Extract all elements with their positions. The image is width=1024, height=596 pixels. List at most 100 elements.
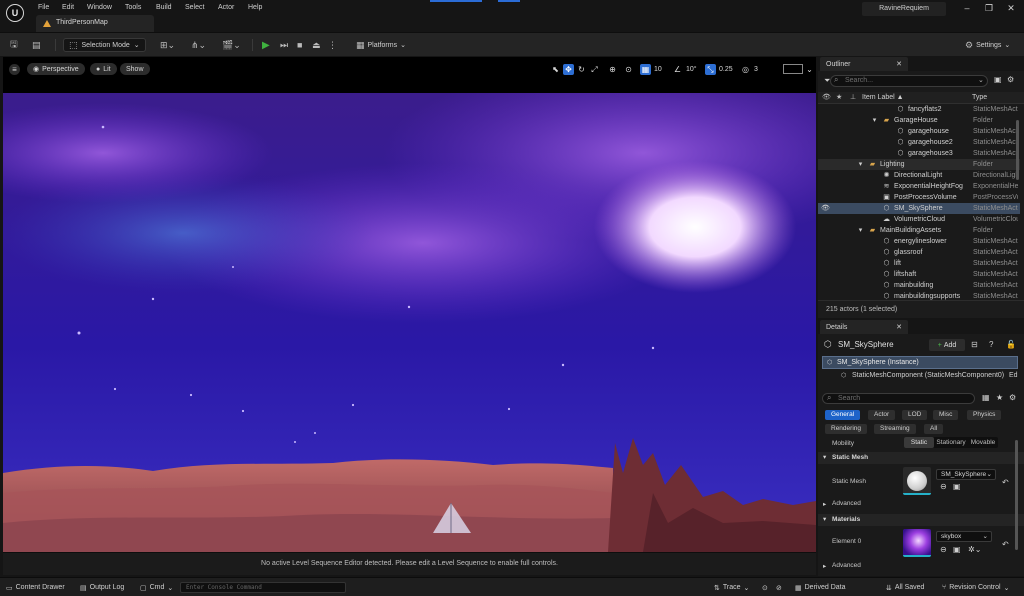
material-combo[interactable]: skybox ⌄ [936,531,992,542]
browse-to-asset-icon[interactable]: ⊖ [940,545,947,554]
filter-physics[interactable]: Physics [967,410,1002,420]
minimize-icon[interactable]: – [960,3,974,13]
rotation-snap-value[interactable]: 10° [686,64,697,75]
console-input[interactable]: Enter Console Command [180,582,346,593]
folder-browse-icon[interactable]: ▣ [953,482,961,491]
play-icon[interactable]: ▶ [262,38,270,52]
filter-general[interactable]: General [825,410,861,420]
help-icon[interactable]: ? [989,340,993,349]
revision-control-button[interactable]: ⑂ Revision Control ⌄ [942,582,1009,593]
component-edit[interactable]: Ed [1009,372,1018,379]
gear-icon[interactable]: ⚙ [1009,393,1016,402]
tab-details[interactable]: Details ✕ [820,320,908,334]
grid-view-icon[interactable]: ▦ [982,393,990,402]
outliner-row[interactable]: ⬡ mainbuilding StaticMeshActor [818,280,1020,291]
add-actor-icon[interactable]: ⊞⌄ [160,38,175,52]
visibility-icon[interactable]: 👁 [821,204,830,213]
settings-button[interactable]: ⚙ Settings ⌄ [965,38,1010,52]
tab-thirdpersonmap[interactable]: ThirdPersonMap [36,15,154,32]
chevron-down-icon[interactable]: ⌄ [804,64,815,75]
eject-icon[interactable]: ⏏ [312,38,321,52]
selection-mode-dropdown[interactable]: ⬚ Selection Mode ⌄ [63,38,146,52]
lit-button[interactable]: ● Lit [90,63,117,75]
grid-snap-icon[interactable]: ▦ [640,64,651,75]
menu-window[interactable]: Window [87,3,112,13]
filter-misc[interactable]: Misc [933,410,959,420]
content-drawer-button[interactable]: ▭ Content Drawer [6,582,65,593]
component-label[interactable]: StaticMeshComponent (StaticMeshComponent… [852,372,1004,379]
translate-tool-icon[interactable]: ✥ [563,64,574,75]
all-saved-button[interactable]: ⇊ All Saved [886,582,924,593]
menu-file[interactable]: File [38,3,49,13]
mobility-static[interactable]: Static [904,437,934,448]
filter-actor[interactable]: Actor [868,410,896,420]
scene-render[interactable] [3,93,816,552]
outliner-row[interactable]: ≋ ExponentialHeightFog ExponentialHeightFo… [818,181,1020,192]
menu-tools[interactable]: Tools [125,3,141,13]
close-tab-icon[interactable]: ✕ [896,323,902,331]
scale-tool-icon[interactable]: ⤢ [589,64,600,75]
add-folder-icon[interactable]: ▣ [994,75,1002,84]
static-mesh-thumbnail[interactable] [903,467,931,495]
surface-snap-icon[interactable]: ⊙ [623,64,634,75]
instance-row[interactable]: SM_SkySphere (Instance) [822,356,1018,369]
advanced-row[interactable]: ▸ Advanced [818,499,1024,511]
outliner-search-input[interactable]: Search... [830,75,988,87]
outliner-folder-row[interactable]: ▾ ▰ Lighting Folder [818,159,1020,170]
outliner-row[interactable]: ⬡ energylineslower StaticMeshActor [818,236,1020,247]
grid-snap-value[interactable]: 10 [654,64,662,75]
filter-streaming[interactable]: Streaming [874,424,916,434]
close-tab-icon[interactable]: ✕ [896,60,902,68]
gear-icon[interactable]: ⚙ [1007,75,1014,84]
camera-speed-icon[interactable]: ◎ [740,64,751,75]
cinematics-icon[interactable]: 🎬⌄ [222,38,241,52]
rotation-snap-icon[interactable]: ∠ [672,64,683,75]
trace-dropdown[interactable]: ⇅ Trace ⌄ [714,582,749,593]
show-button[interactable]: Show [120,63,150,75]
select-tool-icon[interactable]: ⬉ [550,64,561,75]
menu-actor[interactable]: Actor [218,3,234,13]
unreal-logo-icon[interactable]: U [6,4,24,22]
record-icon[interactable]: ⊙ [762,582,768,593]
static-mesh-combo[interactable]: SM_SkySphere ⌄ [936,469,996,480]
outliner-row[interactable]: ⬡ garagehouse2 StaticMeshActor [818,137,1020,148]
camera-speed-value[interactable]: 3 [754,64,758,75]
revision-icon[interactable]: ⊘ [776,582,782,593]
outliner-folder-row[interactable]: ▾ ▰ MainBuildingAssets Folder [818,225,1020,236]
outliner-row[interactable]: ▣ PostProcessVolume PostProcessVolume [818,192,1020,203]
reset-icon[interactable]: ↶ [1002,478,1009,487]
outliner-scrollbar[interactable] [1016,120,1019,180]
outliner-row[interactable]: ⬡ liftshaft StaticMeshActor [818,269,1020,280]
folder-browse-icon[interactable]: ▣ [953,545,961,554]
platforms-dropdown[interactable]: ▦ Platforms ⌄ [356,38,406,52]
step-icon[interactable]: ⏭ [280,38,288,52]
world-space-icon[interactable]: ⊕ [607,64,618,75]
advanced-row-2[interactable]: ▸ Advanced [818,561,1024,573]
expand-arrow-icon[interactable]: ▾ [870,116,879,125]
reset-icon[interactable]: ↶ [1002,540,1009,549]
blueprint-icon[interactable]: ⊟ [971,340,978,349]
outliner-row[interactable]: ✺ DirectionalLight DirectionalLight [818,170,1020,181]
browse-to-asset-icon[interactable]: ⊖ [940,482,947,491]
output-log-button[interactable]: ▤ Output Log [80,582,124,593]
scale-snap-value[interactable]: 0.25 [719,64,733,75]
outliner-row[interactable]: ⬡ glassroof StaticMeshActor [818,247,1020,258]
save-icon[interactable]: 🖫 [10,38,18,52]
filter-lod[interactable]: LOD [902,410,928,420]
layout-icon[interactable] [783,64,803,74]
column-item-label[interactable]: Item Label ▲ [862,94,904,101]
filter-rendering[interactable]: Rendering [825,424,867,434]
cmd-dropdown[interactable]: ▢ Cmd ⌄ [140,582,173,593]
details-search-input[interactable]: Search [822,393,975,404]
outliner-row[interactable]: ☁ VolumetricCloud VolumetricCloud [818,214,1020,225]
category-materials[interactable]: ▾ Materials [818,514,1024,526]
blueprint-icon[interactable]: ⋔⌄ [191,38,206,52]
filter-all[interactable]: All [924,424,944,434]
maximize-icon[interactable]: ❐ [982,3,996,13]
menu-help[interactable]: Help [248,3,262,13]
mobility-stationary[interactable]: Stationary [936,437,966,448]
close-icon[interactable]: ✕ [1004,3,1018,13]
texture-options-icon[interactable]: ✲⌄ [968,545,981,554]
column-type[interactable]: Type [972,94,987,101]
stop-icon[interactable]: ■ [297,38,302,52]
